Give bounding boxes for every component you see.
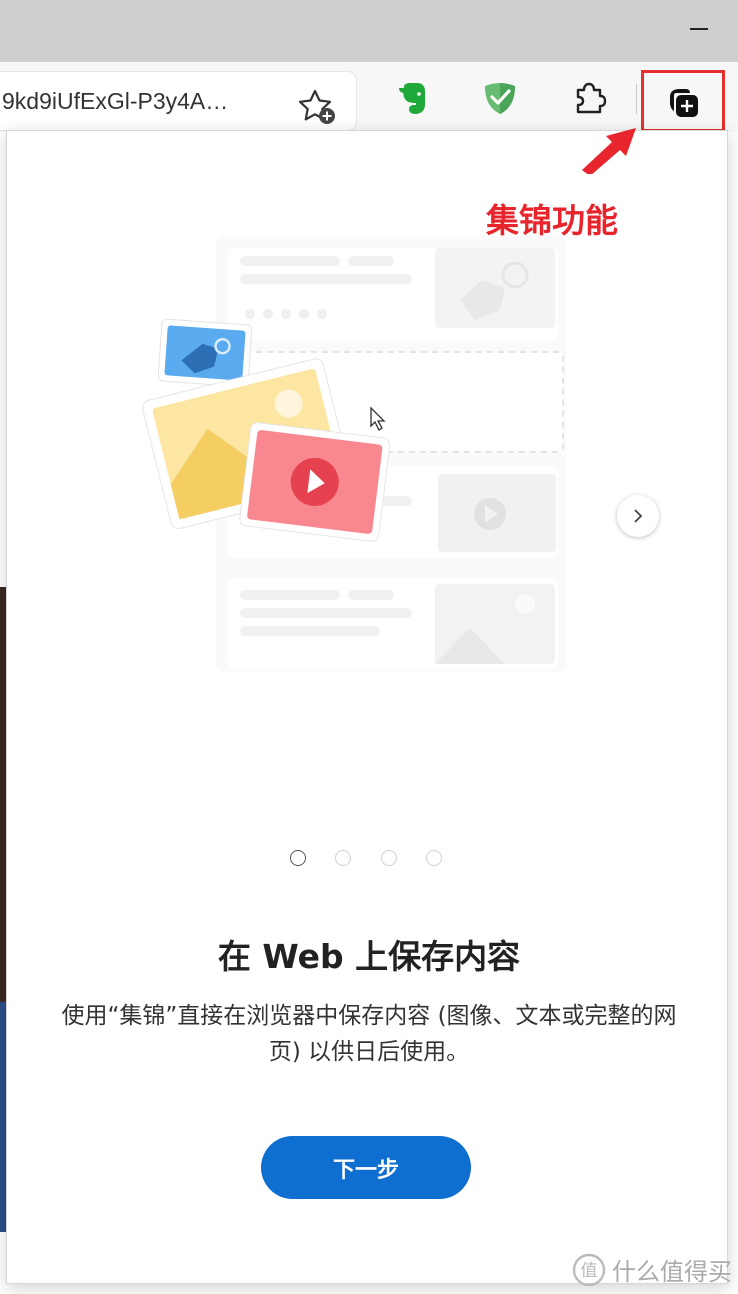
title-bar [0, 0, 738, 62]
flyout-heading: 在 Web 上保存内容 [217, 937, 521, 976]
adguard-shield-icon[interactable] [482, 80, 518, 116]
flyout-description: 使用“集锦”直接在浏览器中保存内容 (图像、文本或完整的网页) 以供日后使用。 [61, 1003, 677, 1065]
chevron-right-icon [634, 509, 643, 523]
minimize-button[interactable] [690, 28, 708, 30]
collections-icon [670, 89, 698, 117]
collections-illustration [142, 236, 566, 672]
carousel-next-button[interactable] [617, 495, 659, 537]
carousel-dot-1[interactable] [290, 850, 306, 866]
browser-toolbar: 9kd9iUfExGl-P3y4A… [0, 62, 738, 132]
toolbar-divider [636, 84, 637, 114]
collections-button[interactable] [641, 70, 725, 132]
puzzle-extensions-icon[interactable] [571, 80, 607, 116]
evernote-extension-icon[interactable] [395, 80, 431, 116]
address-bar[interactable]: 9kd9iUfExGl-P3y4A… [0, 72, 356, 130]
carousel-dots [288, 850, 458, 870]
watermark-text: 什么值得买 [612, 1258, 732, 1286]
watermark: 值 什么值得买 [572, 1252, 732, 1287]
annotation-arrow [582, 128, 636, 174]
address-text[interactable]: 9kd9iUfExGl-P3y4A… [2, 88, 228, 115]
smzdm-logo-icon: 值 [572, 1253, 606, 1286]
next-step-button[interactable]: 下一步 [261, 1136, 471, 1199]
add-favorite-icon[interactable] [297, 86, 337, 126]
carousel-dot-3[interactable] [381, 850, 397, 866]
carousel-dot-2[interactable] [335, 850, 351, 866]
carousel-dot-4[interactable] [426, 850, 442, 866]
svg-text:值: 值 [581, 1261, 598, 1281]
